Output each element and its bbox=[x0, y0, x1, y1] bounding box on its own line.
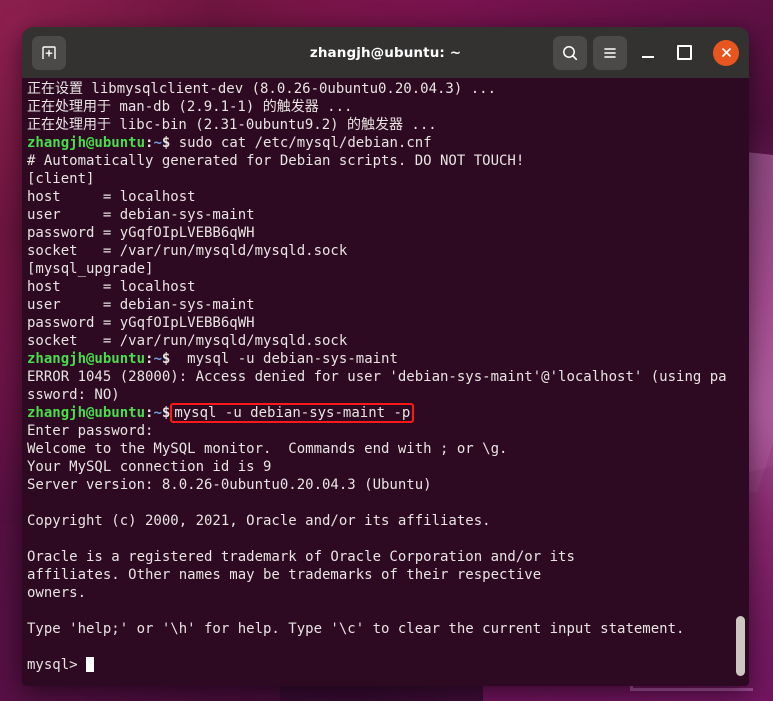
mysql-prompt-text: mysql> bbox=[27, 657, 87, 673]
terminal-output-area[interactable]: 正在设置 libmysqlclient-dev (8.0.26-0ubuntu0… bbox=[22, 78, 749, 686]
terminal-output-text: Copyright (c) 2000, 2021, Oracle and/or … bbox=[27, 513, 491, 529]
terminal-output-text: Your MySQL connection id is 9 bbox=[27, 459, 272, 475]
terminal-output-line: user = debian-sys-maint bbox=[27, 206, 733, 224]
terminal-output-line: user = debian-sys-maint bbox=[27, 296, 733, 314]
terminal-output-line: # Automatically generated for Debian scr… bbox=[27, 152, 733, 170]
terminal-command-line: zhangjh@ubuntu:~$ sudo cat /etc/mysql/de… bbox=[27, 134, 733, 152]
terminal-command-line: zhangjh@ubuntu:~$ mysql -u debian-sys-ma… bbox=[27, 350, 733, 368]
shell-prompt-user: zhangjh@ubuntu bbox=[27, 351, 146, 367]
titlebar-controls bbox=[553, 35, 739, 70]
terminal-output-text: socket = /var/run/mysqld/mysqld.sock bbox=[27, 243, 348, 259]
terminal-output-text: 正在设置 libmysqlclient-dev (8.0.26-0ubuntu0… bbox=[27, 81, 497, 97]
terminal-output-line: ERROR 1045 (28000): Access denied for us… bbox=[27, 368, 733, 404]
terminal-output-line: host = localhost bbox=[27, 188, 733, 206]
terminal-output-line: Enter password: bbox=[27, 422, 733, 440]
terminal-output-text: password = yGqfOIpLVEBB6qWH bbox=[27, 315, 255, 331]
terminal-output-text: Type 'help;' or '\h' for help. Type '\c'… bbox=[27, 621, 685, 637]
terminal-output-line: affiliates. Other names may be trademark… bbox=[27, 566, 733, 584]
terminal-output-text: affiliates. Other names may be trademark… bbox=[27, 567, 542, 583]
terminal-output-line: Oracle is a registered trademark of Orac… bbox=[27, 548, 733, 566]
terminal-output-text: # Automatically generated for Debian scr… bbox=[27, 153, 525, 169]
terminal-output-line: 正在处理用于 man-db (2.9.1-1) 的触发器 ... bbox=[27, 98, 733, 116]
close-button[interactable] bbox=[713, 39, 739, 66]
terminal-scrollbar[interactable] bbox=[736, 82, 745, 682]
terminal-output-line: Welcome to the MySQL monitor. Commands e… bbox=[27, 440, 733, 458]
new-tab-button[interactable] bbox=[32, 35, 66, 70]
terminal-output-line: 正在处理用于 libc-bin (2.31-0ubuntu9.2) 的触发器 .… bbox=[27, 116, 733, 134]
search-icon bbox=[563, 45, 578, 60]
shell-prompt-path: ~ bbox=[153, 135, 162, 151]
terminal-command: mysql -u debian-sys-maint bbox=[170, 351, 398, 367]
terminal-scrollbar-thumb[interactable] bbox=[736, 616, 745, 676]
terminal-output-line: owners. bbox=[27, 584, 733, 602]
terminal-output-text: Welcome to the MySQL monitor. Commands e… bbox=[27, 441, 508, 457]
terminal-output-line: Type 'help;' or '\h' for help. Type '\c'… bbox=[27, 620, 733, 638]
maximize-button[interactable] bbox=[669, 38, 699, 68]
terminal-command-line: zhangjh@ubuntu:~$ mysql -u debian-sys-mai… bbox=[27, 403, 733, 423]
terminal-output-text: ERROR 1045 (28000): Access denied for us… bbox=[27, 369, 727, 403]
terminal-output-text: password = yGqfOIpLVEBB6qWH bbox=[27, 225, 255, 241]
mysql-prompt-line: mysql> bbox=[27, 656, 733, 674]
terminal-output-line: socket = /var/run/mysqld/mysqld.sock bbox=[27, 242, 733, 260]
hamburger-menu-icon bbox=[604, 47, 616, 58]
terminal-output-line: host = localhost bbox=[27, 278, 733, 296]
terminal-output-text: Oracle is a registered trademark of Orac… bbox=[27, 549, 575, 565]
terminal-text: 正在设置 libmysqlclient-dev (8.0.26-0ubuntu0… bbox=[27, 80, 733, 674]
terminal-output-text: 正在处理用于 man-db (2.9.1-1) 的触发器 ... bbox=[27, 99, 353, 115]
terminal-output-text: Server version: 8.0.26-0ubuntu0.20.04.3 … bbox=[27, 477, 432, 493]
terminal-output-text: socket = /var/run/mysqld/mysqld.sock bbox=[27, 333, 348, 349]
close-icon bbox=[721, 48, 731, 57]
new-tab-icon bbox=[42, 45, 56, 59]
terminal-output-text: host = localhost bbox=[27, 189, 196, 205]
terminal-output-line: socket = /var/run/mysqld/mysqld.sock bbox=[27, 332, 733, 350]
terminal-output-text: user = debian-sys-maint bbox=[27, 207, 255, 223]
terminal-output-line: password = yGqfOIpLVEBB6qWH bbox=[27, 224, 733, 242]
terminal-output-line: [mysql_upgrade] bbox=[27, 260, 733, 278]
minimize-icon bbox=[642, 56, 654, 58]
terminal-command: sudo cat /etc/mysql/debian.cnf bbox=[170, 135, 432, 151]
terminal-output-text: owners. bbox=[27, 585, 87, 601]
shell-prompt-path: ~ bbox=[153, 351, 162, 367]
maximize-icon bbox=[676, 45, 692, 60]
shell-prompt-symbol: $ bbox=[161, 405, 171, 421]
terminal-output-text: host = localhost bbox=[27, 279, 196, 295]
search-button[interactable] bbox=[553, 35, 587, 70]
window-titlebar[interactable]: zhangjh@ubuntu: ~ bbox=[22, 27, 749, 78]
terminal-cursor bbox=[86, 657, 95, 672]
terminal-output-line: Server version: 8.0.26-0ubuntu0.20.04.3 … bbox=[27, 476, 733, 494]
terminal-window: zhangjh@ubuntu: ~ 正在设置 libmysqlclient-de… bbox=[22, 27, 749, 686]
minimize-button[interactable] bbox=[633, 38, 663, 68]
terminal-output-text: [client] bbox=[27, 171, 95, 187]
terminal-output-line: password = yGqfOIpLVEBB6qWH bbox=[27, 314, 733, 332]
shell-prompt-user: zhangjh@ubuntu bbox=[27, 405, 146, 421]
terminal-output-line: Copyright (c) 2000, 2021, Oracle and/or … bbox=[27, 512, 733, 530]
terminal-output-line: [client] bbox=[27, 170, 733, 188]
highlighted-command: mysql -u debian-sys-maint -p bbox=[170, 403, 415, 423]
shell-prompt-path: ~ bbox=[153, 405, 162, 421]
terminal-output-line: 正在设置 libmysqlclient-dev (8.0.26-0ubuntu0… bbox=[27, 80, 733, 98]
terminal-output-text: [mysql_upgrade] bbox=[27, 261, 154, 277]
menu-button[interactable] bbox=[593, 35, 627, 70]
terminal-output-text: user = debian-sys-maint bbox=[27, 297, 255, 313]
terminal-output-line: Your MySQL connection id is 9 bbox=[27, 458, 733, 476]
terminal-output-text: 正在处理用于 libc-bin (2.31-0ubuntu9.2) 的触发器 .… bbox=[27, 117, 437, 133]
terminal-output-text: Enter password: bbox=[27, 423, 154, 439]
shell-prompt-user: zhangjh@ubuntu bbox=[27, 135, 146, 151]
